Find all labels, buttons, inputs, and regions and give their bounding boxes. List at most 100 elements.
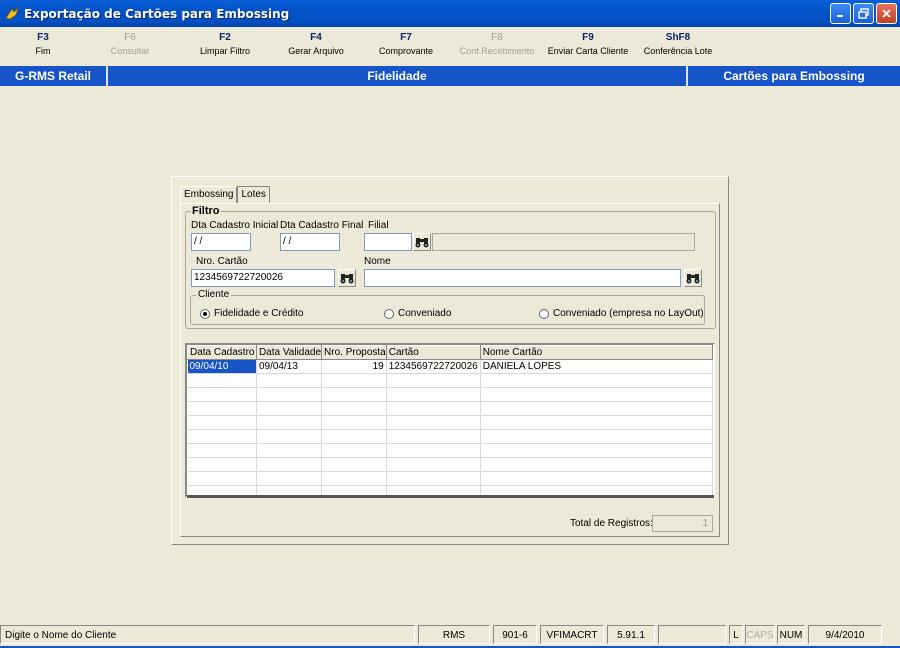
table-row[interactable] <box>187 387 713 402</box>
cell-cartao[interactable]: 1234569722720026 <box>386 359 481 374</box>
radio-label: Fidelidade e Crédito <box>214 308 304 319</box>
table-row[interactable] <box>187 415 713 430</box>
f6-consultar-button[interactable]: F6 Consultar <box>111 32 150 58</box>
close-icon <box>882 9 891 18</box>
status-date: 9/4/2010 <box>808 625 882 644</box>
nro-cartao-input[interactable]: 1234569722720026 <box>191 269 335 287</box>
title-bar: Exportação de Cartões para Embossing <box>0 0 900 27</box>
table-row[interactable] <box>187 429 713 444</box>
status-system: RMS <box>418 625 490 644</box>
f9-enviar-carta-cliente-button[interactable]: F9 Enviar Carta Cliente <box>548 32 629 58</box>
radio-label: Conveniado <box>398 308 452 319</box>
filial-description-field <box>432 233 695 251</box>
tab-strip: Embossing Lotes <box>180 186 270 203</box>
module-header-bar: G-RMS Retail Fidelidade Cartões para Emb… <box>0 66 900 86</box>
close-button[interactable] <box>876 3 897 24</box>
filial-input[interactable] <box>364 233 412 251</box>
cell-data-cadastro[interactable]: 09/04/10 <box>187 359 257 374</box>
f4-gerar-arquivo-button[interactable]: F4 Gerar Arquivo <box>288 32 344 58</box>
filial-label: Filial <box>368 220 389 231</box>
fkey-label: Conf.Recebimento <box>459 46 535 56</box>
fkey-code: F2 <box>219 32 231 43</box>
table-row[interactable] <box>187 401 713 416</box>
nome-input[interactable] <box>364 269 681 287</box>
binoculars-icon <box>340 274 354 284</box>
status-l: L <box>729 625 743 644</box>
radio-conveniado-empresa-layout[interactable]: Conveniado (empresa no LayOut) <box>539 308 704 319</box>
f7-comprovante-button[interactable]: F7 Comprovante <box>379 32 433 58</box>
status-bar: Digite o Nome do Cliente RMS 901-6 VFIMA… <box>0 624 900 646</box>
app-icon <box>5 6 19 19</box>
radio-unselected-icon <box>384 308 394 319</box>
fkey-code: F3 <box>37 32 49 43</box>
f8-conf-recebimento-button[interactable]: F8 Conf.Recebimento <box>460 32 535 58</box>
table-row[interactable]: 09/04/10 09/04/13 19 1234569722720026 DA… <box>187 359 713 374</box>
cards-grid[interactable]: Data Cadastro Data Validade Nro. Propost… <box>185 343 715 498</box>
fkey-label: Enviar Carta Cliente <box>547 46 629 56</box>
restore-button[interactable] <box>853 3 874 24</box>
dta-cadastro-inicial-input[interactable]: / / <box>191 233 251 251</box>
radio-label: Conveniado (empresa no LayOut) <box>553 308 704 319</box>
function-key-toolbar: F3 Fim F6 Consultar F2 Limpar Filtro F4 … <box>0 27 900 66</box>
dta-cadastro-final-label: Dta Cadastro Final <box>280 220 364 231</box>
radio-fidelidade-credito[interactable]: Fidelidade e Crédito <box>200 308 304 319</box>
cell-nome-cartao[interactable]: DANIELA LOPES <box>480 359 713 374</box>
fkey-code: ShF8 <box>665 32 691 43</box>
status-code: 901-6 <box>493 625 537 644</box>
radio-selected-icon <box>200 308 210 319</box>
column-header-data-cadastro[interactable]: Data Cadastro <box>187 345 257 360</box>
binoculars-icon <box>686 274 700 284</box>
fkey-code: F7 <box>400 32 412 43</box>
grid-header-row: Data Cadastro Data Validade Nro. Propost… <box>187 345 713 360</box>
status-blank <box>658 625 726 644</box>
dta-cadastro-final-input[interactable]: / / <box>280 233 340 251</box>
binoculars-icon <box>415 238 429 248</box>
header-module-name: Fidelidade <box>367 69 427 83</box>
status-caps: CAPS <box>745 625 775 644</box>
total-registros-label: Total de Registros: <box>570 518 653 529</box>
header-app-name: G-RMS Retail <box>14 69 91 83</box>
cell-data-validade[interactable]: 09/04/13 <box>256 359 323 374</box>
fkey-code: F4 <box>310 32 322 43</box>
table-row[interactable] <box>187 443 713 458</box>
f3-fim-button[interactable]: F3 Fim <box>36 32 51 58</box>
column-header-nome-cartao[interactable]: Nome Cartão <box>479 345 713 360</box>
tab-lotes[interactable]: Lotes <box>237 186 270 203</box>
restore-icon <box>858 8 869 19</box>
fkey-label: Gerar Arquivo <box>288 46 344 56</box>
fkey-label: Fim <box>35 46 51 56</box>
table-row[interactable] <box>187 373 713 388</box>
f2-limpar-filtro-button[interactable]: F2 Limpar Filtro <box>200 32 250 58</box>
minimize-icon <box>837 15 843 17</box>
minimize-button[interactable] <box>830 3 851 24</box>
column-header-cartao[interactable]: Cartão <box>385 345 481 360</box>
filtro-legend: Filtro <box>191 205 221 217</box>
fkey-code: F6 <box>124 32 136 43</box>
dta-cadastro-inicial-label: Dta Cadastro Inicial <box>191 220 279 231</box>
table-row[interactable] <box>187 457 713 472</box>
shf8-conferencia-lote-button[interactable]: ShF8 Conferência Lote <box>644 32 713 58</box>
status-message: Digite o Nome do Cliente <box>0 625 415 644</box>
header-screen-name: Cartões para Embossing <box>723 69 865 83</box>
status-num: NUM <box>777 625 805 644</box>
window-title: Exportação de Cartões para Embossing <box>24 6 290 21</box>
column-header-data-validade[interactable]: Data Validade <box>255 345 323 360</box>
cliente-legend: Cliente <box>196 289 232 300</box>
column-header-nro-proposta[interactable]: Nro. Proposta <box>321 345 387 360</box>
nome-label: Nome <box>364 256 391 267</box>
radio-conveniado[interactable]: Conveniado <box>384 308 451 319</box>
tab-embossing[interactable]: Embossing <box>180 186 238 203</box>
table-row[interactable] <box>187 471 713 486</box>
fkey-label: Comprovante <box>378 46 434 56</box>
status-version: 5.91.1 <box>607 625 655 644</box>
nro-cartao-search-button[interactable] <box>338 269 356 287</box>
grid-bottom-border <box>187 495 714 498</box>
fkey-label: Conferência Lote <box>643 46 713 56</box>
fkey-label: Limpar Filtro <box>199 46 251 56</box>
fkey-label: Consultar <box>110 46 150 56</box>
nro-cartao-label: Nro. Cartão <box>196 256 248 267</box>
cell-nro-proposta[interactable]: 19 <box>321 359 387 374</box>
filial-search-button[interactable] <box>413 233 431 251</box>
nome-search-button[interactable] <box>684 269 702 287</box>
status-program: VFIMACRT <box>540 625 604 644</box>
